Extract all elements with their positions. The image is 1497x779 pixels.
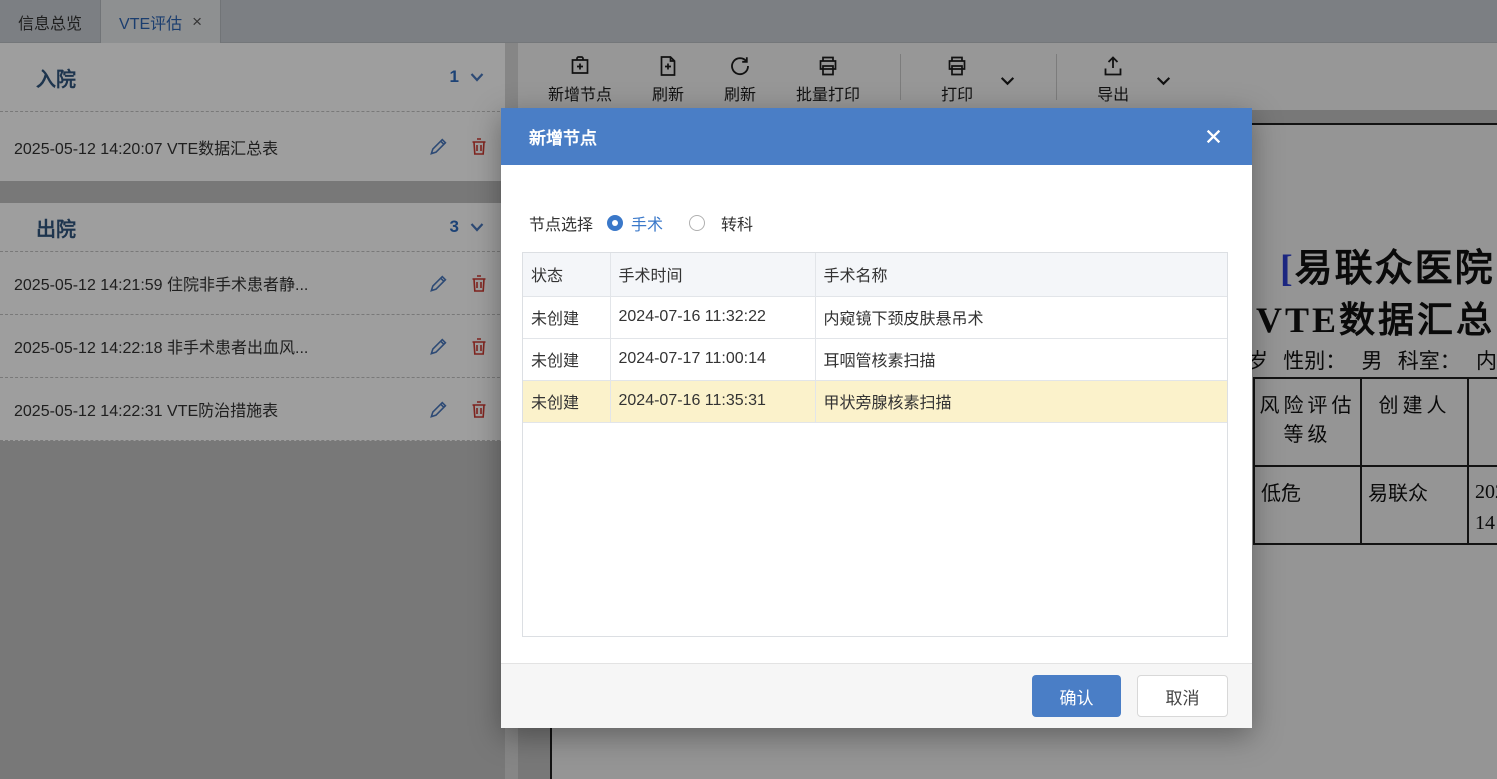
radio-label: 手术 <box>631 217 664 234</box>
name-cell: 内窥镜下颈皮肤悬吊术 <box>815 296 1227 339</box>
time-cell: 2024-07-16 11:35:31 <box>610 380 816 423</box>
surgery-table-container: 状态 手术时间 手术名称 未创建 2024-07-16 11:32:22 内窥镜… <box>522 252 1228 637</box>
status-cell: 未创建 <box>523 338 611 381</box>
surgery-row[interactable]: 未创建 2024-07-17 11:00:14 耳咽管核素扫描 <box>523 338 1227 381</box>
dialog-header: 新增节点 <box>501 108 1252 165</box>
dialog-title: 新增节点 <box>529 129 597 148</box>
radio-option-surgery[interactable]: 手术 <box>593 211 663 235</box>
status-cell: 未创建 <box>523 296 611 339</box>
surgery-table: 状态 手术时间 手术名称 未创建 2024-07-16 11:32:22 内窥镜… <box>523 253 1227 423</box>
status-cell: 未创建 <box>523 380 611 423</box>
column-header: 手术名称 <box>815 253 1227 297</box>
name-cell: 耳咽管核素扫描 <box>815 338 1227 381</box>
close-icon[interactable] <box>1205 128 1222 145</box>
add-node-dialog: 新增节点 节点选择 手术 转科 状态 手术时间 手术名称 未创建 2024-07… <box>501 108 1252 728</box>
confirm-button[interactable]: 确认 <box>1032 675 1121 717</box>
radio-label: 转科 <box>721 217 754 234</box>
cancel-button[interactable]: 取消 <box>1137 675 1228 717</box>
dialog-footer: 确认 取消 <box>501 663 1252 728</box>
surgery-row[interactable]: 未创建 2024-07-16 11:32:22 内窥镜下颈皮肤悬吊术 <box>523 296 1227 339</box>
table-header-row: 状态 手术时间 手术名称 <box>523 253 1227 297</box>
radio-unselected-icon[interactable] <box>689 215 706 231</box>
radio-option-transfer[interactable]: 转科 <box>663 211 753 235</box>
column-header: 手术时间 <box>610 253 816 297</box>
column-header: 状态 <box>523 253 611 297</box>
time-cell: 2024-07-16 11:32:22 <box>610 296 816 339</box>
radio-group-label: 节点选择 <box>529 217 594 234</box>
time-cell: 2024-07-17 11:00:14 <box>610 338 816 381</box>
name-cell: 甲状旁腺核素扫描 <box>815 380 1227 423</box>
radio-selected-icon[interactable] <box>607 215 624 231</box>
node-type-radio-group: 节点选择 手术 转科 <box>529 211 753 235</box>
surgery-row-selected[interactable]: 未创建 2024-07-16 11:35:31 甲状旁腺核素扫描 <box>523 380 1227 423</box>
